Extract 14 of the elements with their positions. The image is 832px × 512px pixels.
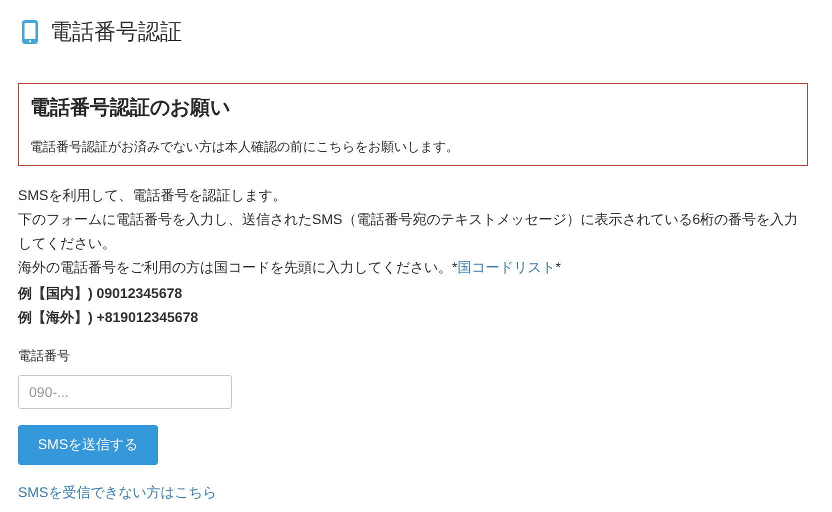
help-link[interactable]: SMSを受信できない方はこちら — [18, 484, 216, 500]
alert-heading: 電話番号認証のお願い — [30, 96, 230, 121]
page-title: 電話番号認証 — [50, 18, 182, 46]
paragraph: 下のフォームに電話番号を入力し、送信されたSMS（電話番号宛のテキストメッセージ）に表示されている6桁の番号を入力してください。 — [18, 210, 800, 253]
field-label: 電話番号 — [18, 347, 70, 365]
paragraph: SMSを利用して、電話番号を認証します。 — [18, 186, 288, 205]
example-text: 例【海外】) +819012345678 — [18, 308, 198, 327]
link[interactable]: 国コードリスト — [457, 259, 556, 275]
example-text: 例【国内】) 09012345678 — [18, 284, 182, 303]
paragraph: 海外の電話番号をご利用の方は国コードを先頭に入力してください。*国コードリスト* — [18, 258, 562, 277]
smartphone-icon — [22, 20, 38, 44]
phone-input-field[interactable]: 090-... — [18, 375, 232, 409]
send-sms-button[interactable]: SMSを送信する — [18, 425, 158, 465]
alert-message: 電話番号認証がお済みでない方は本人確認の前にこちらをお願いします。 — [30, 138, 459, 156]
